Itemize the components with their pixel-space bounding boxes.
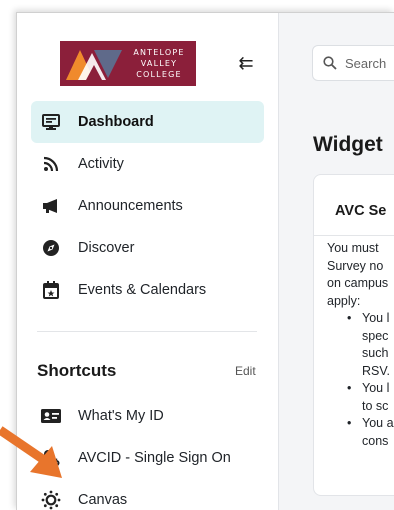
search-box[interactable]: Search — [312, 45, 394, 81]
bullet-line: You l — [362, 311, 390, 325]
nav-announcements[interactable]: Announcements — [31, 185, 264, 227]
card-text-line: Survey no — [327, 258, 384, 273]
card-text-line: You must — [327, 241, 379, 255]
bullet-line: such — [362, 346, 389, 360]
bullet-line: RSV. — [362, 363, 391, 378]
card-text-line: apply: — [327, 293, 361, 308]
nav-label: Canvas — [78, 492, 128, 508]
pointer-arrow-icon — [0, 426, 62, 478]
card-title: AVC Se — [335, 203, 387, 219]
nav-label: Events & Calendars — [78, 282, 207, 298]
main-content: Search Widget AVC Se You must Survey no … — [279, 13, 394, 510]
nav-dashboard[interactable]: Dashboard — [31, 101, 264, 143]
nav-activity[interactable]: Activity — [31, 143, 264, 185]
collapse-sidebar-icon[interactable]: ⇇ — [235, 53, 257, 73]
logo-line-1: ANTELOPE — [133, 48, 185, 57]
shortcuts-heading: Shortcuts — [37, 361, 117, 380]
card-body: You must Survey no on campus apply: You … — [327, 240, 394, 450]
card-bullet: You l to sc — [345, 380, 394, 415]
sidebar-divider — [37, 331, 257, 332]
card-text-line: on campus — [327, 276, 389, 290]
rss-icon — [41, 154, 61, 174]
card-bullet: You l spec such RSV. — [345, 310, 394, 380]
bullet-line: to sc — [362, 398, 389, 413]
widgets-heading: Widget — [313, 133, 383, 156]
bullet-line: You a — [362, 416, 394, 430]
nav-label: Announcements — [78, 198, 183, 214]
nav-label: Activity — [78, 156, 124, 172]
compass-icon — [41, 238, 61, 258]
calendar-icon — [41, 280, 61, 300]
canvas-icon — [41, 490, 61, 510]
nav-events-calendars[interactable]: Events & Calendars — [31, 269, 264, 311]
card-divider — [314, 235, 394, 236]
nav-label: Discover — [78, 240, 135, 256]
search-icon — [323, 56, 337, 70]
app-window: ANTELOPE VALLEY COLLEGE ⇇ Dashboard Acti… — [16, 12, 394, 510]
logo-text: ANTELOPE VALLEY COLLEGE — [124, 47, 194, 80]
monitor-icon — [41, 112, 61, 132]
megaphone-icon — [41, 196, 61, 216]
bullet-line: spec — [362, 328, 389, 343]
card-bullet-list: You l spec such RSV. You l to sc You a c… — [327, 310, 394, 450]
nav-label: What's My ID — [78, 408, 164, 424]
logo-line-3: COLLEGE — [136, 70, 182, 79]
logo-line-2: VALLEY — [140, 59, 178, 68]
bullet-line: You l — [362, 381, 390, 395]
bullet-line: cons — [362, 433, 389, 448]
avc-survey-card: AVC Se You must Survey no on campus appl… — [313, 174, 394, 496]
logo-mark-icon — [66, 50, 122, 80]
search-placeholder: Search — [345, 55, 387, 71]
college-logo[interactable]: ANTELOPE VALLEY COLLEGE — [60, 41, 196, 86]
edit-shortcuts-link[interactable]: Edit — [235, 364, 256, 378]
nav-label: Dashboard — [78, 114, 154, 130]
nav-discover[interactable]: Discover — [31, 227, 264, 269]
card-bullet: You a cons — [345, 415, 394, 450]
nav-label: AVCID - Single Sign On — [78, 450, 231, 466]
